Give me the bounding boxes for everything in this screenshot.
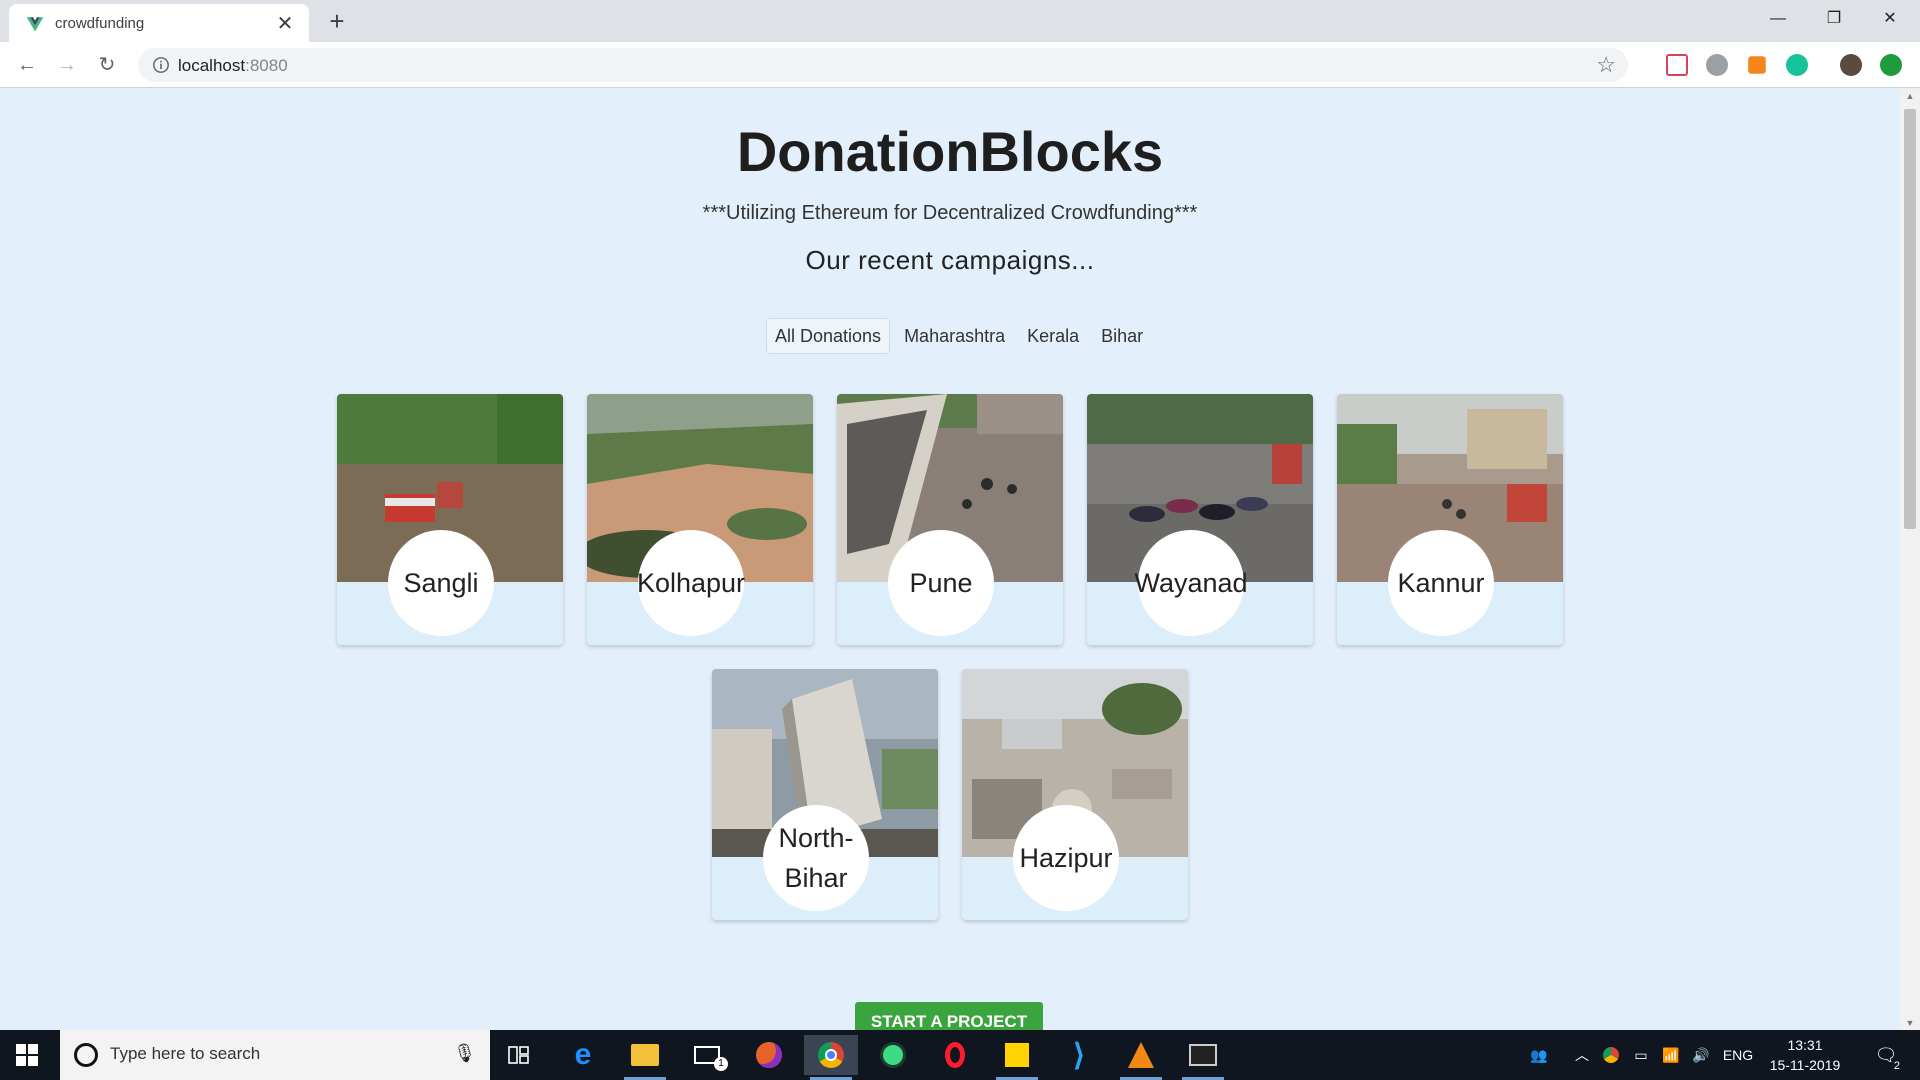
campaign-name-hazipur: Hazipur xyxy=(1013,805,1119,911)
region-filter-tabs: All Donations Maharashtra Kerala Bihar xyxy=(766,318,1151,354)
windows-start-icon[interactable] xyxy=(16,1044,38,1066)
site-title: DonationBlocks xyxy=(736,120,1164,183)
browser-tab[interactable]: crowdfunding ✕ xyxy=(9,4,309,42)
taskbar-search-placeholder: Type here to search xyxy=(110,1044,261,1063)
page-scrollbar[interactable]: ▲ ▼ xyxy=(1900,89,1920,1030)
sticky-notes-icon[interactable] xyxy=(990,1035,1044,1080)
clock-time: 13:31 xyxy=(1787,1037,1823,1053)
site-subtitle: ***Utilizing Ethereum for Decentralized … xyxy=(702,202,1198,224)
microphone-icon[interactable]: 🎙 xyxy=(453,1043,476,1064)
opera-icon[interactable] xyxy=(928,1035,982,1075)
campaign-card-north-bihar[interactable]: North- Bihar xyxy=(712,669,938,920)
url-port: :8080 xyxy=(245,56,288,75)
address-bar[interactable]: localhost:8080 ☆ xyxy=(138,48,1628,82)
grammarly-icon[interactable] xyxy=(1786,54,1808,76)
filter-kerala[interactable]: Kerala xyxy=(1019,318,1087,354)
campaign-name-kolhapur: Kolhapur xyxy=(637,530,745,636)
people-icon[interactable]: 👥 xyxy=(1524,1030,1554,1080)
campaign-name-pune: Pune xyxy=(888,530,994,636)
campaign-name-north-bihar-line1: North- xyxy=(778,823,854,853)
browser-tab-strip: crowdfunding ✕ + — ❐ ✕ xyxy=(0,0,1920,42)
file-explorer-icon[interactable] xyxy=(618,1035,672,1080)
scroll-down-icon[interactable]: ▼ xyxy=(1900,1018,1920,1028)
wifi-icon[interactable]: 📶 xyxy=(1658,1030,1684,1080)
firefox-icon[interactable] xyxy=(742,1035,796,1075)
chrome-icon[interactable] xyxy=(804,1035,858,1080)
campaign-card-wayanad[interactable]: Wayanad xyxy=(1087,394,1313,645)
start-project-button[interactable]: START A PROJECT xyxy=(855,1002,1043,1030)
campaign-name-sangli: Sangli xyxy=(388,530,494,636)
mail-badge: 1 xyxy=(714,1057,728,1071)
info-icon[interactable] xyxy=(152,56,170,74)
bookmark-star-icon[interactable]: ☆ xyxy=(1596,52,1616,78)
pocket-extension-icon[interactable] xyxy=(1666,54,1688,76)
profile-avatar[interactable] xyxy=(1840,54,1862,76)
edge-icon[interactable]: e xyxy=(556,1035,610,1075)
volume-icon[interactable]: 🔊 xyxy=(1688,1030,1714,1080)
clock-date: 15-11-2019 xyxy=(1769,1057,1841,1073)
chat-extension-icon[interactable] xyxy=(1706,54,1728,76)
campaign-card-kannur[interactable]: Kannur xyxy=(1337,394,1563,645)
campaign-card-hazipur[interactable]: Hazipur xyxy=(962,669,1188,920)
tab-title: crowdfunding xyxy=(55,15,145,32)
url-text: localhost:8080 xyxy=(178,56,288,76)
task-view-icon[interactable] xyxy=(492,1035,546,1075)
vlc-icon[interactable] xyxy=(1114,1035,1168,1080)
action-center-icon[interactable]: 🗨 2 xyxy=(1866,1030,1906,1080)
scroll-up-icon[interactable]: ▲ xyxy=(1900,91,1920,101)
taskbar-clock[interactable]: 13:31 15-11-2019 xyxy=(1760,1035,1850,1075)
close-window-button[interactable]: ✕ xyxy=(1862,0,1918,38)
filter-maharashtra[interactable]: Maharashtra xyxy=(896,318,1013,354)
url-host: localhost xyxy=(178,56,246,75)
metamask-fox-icon[interactable] xyxy=(1748,56,1766,74)
show-hidden-icons-chevron-icon[interactable]: ︿ xyxy=(1570,1030,1594,1080)
notification-count: 2 xyxy=(1893,1060,1900,1072)
vscode-icon[interactable]: ⟩ xyxy=(1052,1035,1106,1075)
new-tab-button[interactable]: + xyxy=(322,6,352,36)
reload-icon[interactable]: ↻ xyxy=(92,51,122,79)
campaign-name-wayanad: Wayanad xyxy=(1134,530,1248,636)
minimize-button[interactable]: — xyxy=(1750,0,1806,38)
android-studio-icon[interactable] xyxy=(866,1035,920,1075)
browser-toolbar: ← → ↻ localhost:8080 ☆ xyxy=(0,42,1920,88)
restore-button[interactable]: ❐ xyxy=(1806,0,1862,38)
back-arrow-icon[interactable]: ← xyxy=(12,51,42,79)
taskbar-search-box[interactable]: Type here to search 🎙 xyxy=(60,1030,490,1080)
recent-campaigns-heading: Our recent campaigns... xyxy=(805,245,1095,275)
windows-taskbar: Type here to search 🎙 e 1 ⟩ � xyxy=(0,1030,1920,1080)
scroll-thumb[interactable] xyxy=(1904,109,1916,529)
campaign-card-pune[interactable]: Pune xyxy=(837,394,1063,645)
language-indicator[interactable]: ENG xyxy=(1718,1030,1758,1080)
campaign-card-kolhapur[interactable]: Kolhapur xyxy=(587,394,813,645)
forward-arrow-icon[interactable]: → xyxy=(52,51,82,79)
campaign-name-kannur: Kannur xyxy=(1388,530,1494,636)
vue-logo-icon xyxy=(26,17,44,32)
campaign-name-north-bihar: North- Bihar xyxy=(763,805,869,911)
update-arrow-icon[interactable] xyxy=(1880,54,1902,76)
campaign-card-sangli[interactable]: Sangli xyxy=(337,394,563,645)
filter-bihar[interactable]: Bihar xyxy=(1093,318,1151,354)
battery-icon[interactable]: ▭ xyxy=(1628,1030,1654,1080)
tab-close-icon[interactable]: ✕ xyxy=(273,11,297,36)
mail-icon[interactable]: 1 xyxy=(680,1035,734,1075)
cortana-icon[interactable] xyxy=(74,1043,98,1067)
terminal-icon[interactable] xyxy=(1176,1035,1230,1080)
chrome-tray-icon[interactable] xyxy=(1598,1030,1624,1080)
filter-all-donations[interactable]: All Donations xyxy=(766,318,891,354)
page-content: DonationBlocks ***Utilizing Ethereum for… xyxy=(0,89,1900,1030)
campaign-name-north-bihar-line2: Bihar xyxy=(784,863,848,893)
